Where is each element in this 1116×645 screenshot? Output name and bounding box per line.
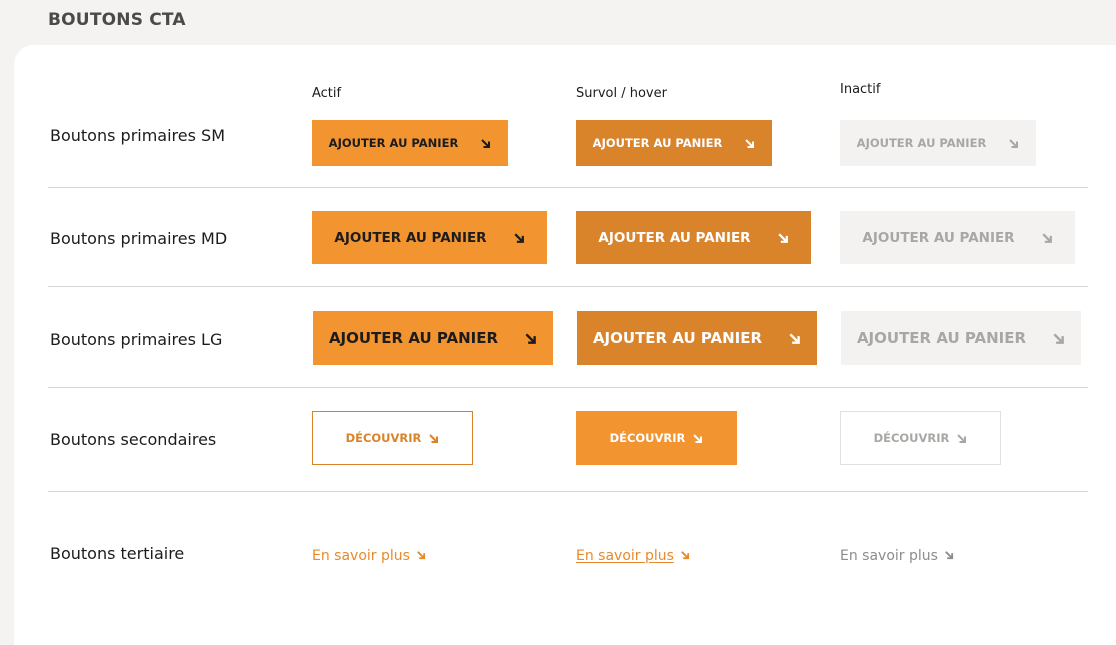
primary-lg-active-button[interactable]: AJOUTER AU PANIER [313,311,553,365]
button-label: AJOUTER AU PANIER [328,329,499,347]
primary-md-active-button[interactable]: AJOUTER AU PANIER [312,211,547,264]
secondary-hover-button[interactable]: DÉCOUVRIR [576,411,737,465]
button-label: DÉCOUVRIR [609,431,686,445]
button-label: AJOUTER AU PANIER [856,136,987,150]
arrow-down-right-icon [480,138,491,149]
arrow-down-right-icon [1041,232,1053,244]
arrow-down-right-icon [944,548,954,564]
arrow-down-right-icon [692,433,703,444]
primary-md-hover-button[interactable]: AJOUTER AU PANIER [576,211,811,264]
button-label: AJOUTER AU PANIER [592,136,723,150]
link-label: En savoir plus [312,548,410,564]
link-label: En savoir plus [840,548,938,564]
arrow-down-right-icon [956,433,967,444]
button-label: AJOUTER AU PANIER [592,329,763,347]
arrow-down-right-icon [744,138,755,149]
arrow-down-right-icon [788,332,801,345]
primary-md-disabled-button: AJOUTER AU PANIER [840,211,1075,264]
primary-sm-disabled-button: AJOUTER AU PANIER [840,120,1036,166]
button-label: AJOUTER AU PANIER [598,229,751,246]
primary-lg-hover-button[interactable]: AJOUTER AU PANIER [577,311,817,365]
tertiary-active-link[interactable]: En savoir plus [312,548,426,564]
arrow-down-right-icon [524,332,537,345]
button-label: AJOUTER AU PANIER [862,229,1015,246]
arrow-down-right-icon [416,548,426,564]
button-label: AJOUTER AU PANIER [328,136,459,150]
row-label-primary-sm: Boutons primaires SM [50,126,225,145]
row-divider [48,387,1088,388]
tertiary-disabled-link: En savoir plus [840,548,954,564]
button-label: AJOUTER AU PANIER [334,229,487,246]
link-label: En savoir plus [576,548,674,564]
secondary-disabled-button: DÉCOUVRIR [840,411,1001,465]
primary-sm-active-button[interactable]: AJOUTER AU PANIER [312,120,508,166]
row-label-primary-md: Boutons primaires MD [50,229,228,248]
row-label-tertiary: Boutons tertiaire [50,544,185,563]
arrow-down-right-icon [1008,138,1019,149]
button-label: DÉCOUVRIR [345,431,422,445]
row-label-primary-lg: Boutons primaires LG [50,330,223,349]
row-divider [48,491,1088,492]
primary-sm-hover-button[interactable]: AJOUTER AU PANIER [576,120,772,166]
arrow-down-right-icon [428,433,439,444]
column-header-disabled: Inactif [840,82,881,97]
column-header-hover: Survol / hover [576,86,667,101]
column-header-active: Actif [312,86,342,101]
arrow-down-right-icon [1052,332,1065,345]
row-label-secondary: Boutons secondaires [50,430,217,449]
arrow-down-right-icon [777,232,789,244]
row-divider [48,187,1088,188]
tertiary-hover-link[interactable]: En savoir plus [576,548,690,564]
arrow-down-right-icon [513,232,525,244]
button-label: AJOUTER AU PANIER [856,329,1027,347]
section-title: BOUTONS CTA [48,10,186,30]
primary-lg-disabled-button: AJOUTER AU PANIER [841,311,1081,365]
secondary-active-button[interactable]: DÉCOUVRIR [312,411,473,465]
row-divider [48,286,1088,287]
arrow-down-right-icon [680,548,690,564]
button-label: DÉCOUVRIR [873,431,950,445]
